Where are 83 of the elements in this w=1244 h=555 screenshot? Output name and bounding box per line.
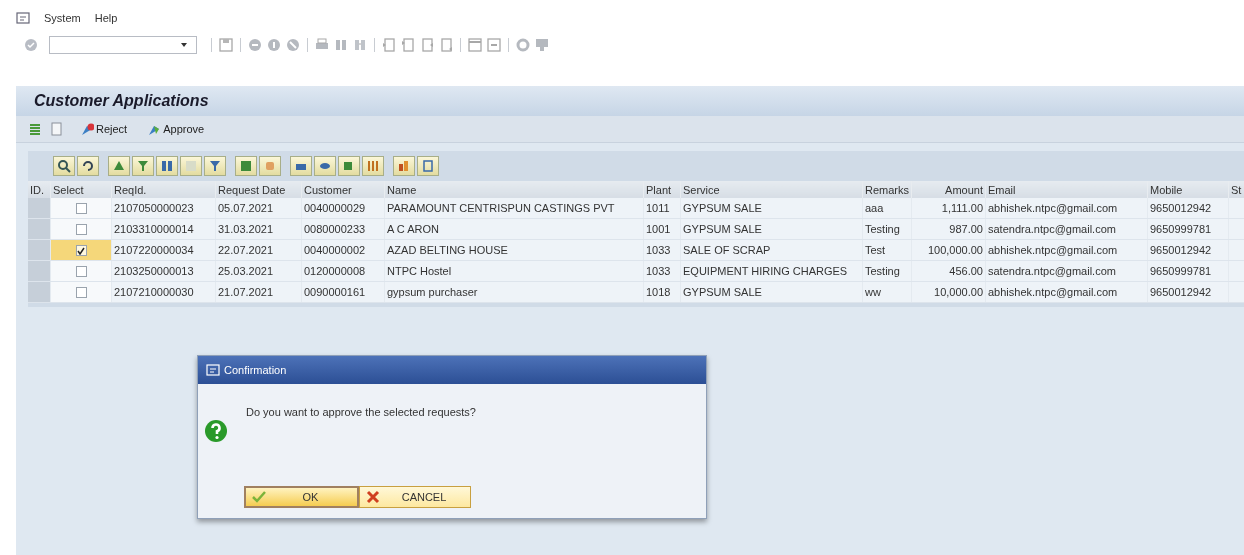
table-cell: 1011 [643,198,681,219]
page-icon[interactable] [381,37,397,53]
column-header[interactable]: Email [985,181,1148,198]
table-cell: AZAD BELTING HOUSE [384,239,644,261]
menu-item[interactable]: Help [94,12,118,24]
grid-tool-button[interactable] [204,156,226,176]
selection-cell[interactable] [50,198,112,219]
window-icon[interactable] [16,12,30,24]
window-icon[interactable] [486,37,502,53]
page-icon[interactable] [50,122,64,136]
column-header[interactable]: Remarks [862,181,912,198]
window-icon[interactable] [467,37,483,53]
table-cell: 2107050000023 [111,198,216,219]
grid-tool-button[interactable] [338,156,360,176]
table-cell: NTPC Hostel [384,260,644,282]
column-header[interactable]: Select [50,181,112,198]
page-icon[interactable] [419,37,435,53]
table-cell: PARAMOUNT CENTRISPUN CASTINGS PVT [384,198,644,219]
approve-button[interactable]: Approve [143,122,209,136]
command-field[interactable] [49,36,197,54]
checkbox[interactable] [75,245,87,257]
column-header[interactable]: Request Date [215,181,302,198]
row-selector[interactable] [28,198,51,219]
checkbox[interactable] [75,203,87,215]
checkmark-icon [77,246,85,255]
magnifier-icon [56,158,72,174]
table-cell: abhishek.ntpc@gmail.com [985,198,1148,219]
funnel-icon [135,158,151,174]
table-cell: aaa [862,198,912,219]
checkbox[interactable] [75,224,87,236]
menu-item[interactable]: System [44,12,81,24]
circle-icon[interactable] [285,37,301,53]
grid-tool-button[interactable] [108,156,130,176]
column-header[interactable]: Amount [911,181,986,198]
ok-button[interactable]: OK [244,486,359,508]
grid-tool-button[interactable] [393,156,415,176]
cross-icon [366,490,380,504]
column-header[interactable]: Name [384,181,644,198]
row-selector[interactable] [28,260,51,282]
column-header[interactable]: ReqId. [111,181,216,198]
table-cell: GYPSUM SALE [680,198,863,219]
screen-title: Customer Applications [34,92,209,110]
table-cell: A C ARON [384,218,644,240]
table-cell: 05.07.2021 [215,198,302,219]
column-header[interactable]: Service [680,181,863,198]
funnel-icon [207,158,223,174]
grid-tool-button[interactable] [77,156,99,176]
table-cell: gypsum purchaser [384,281,644,303]
cancel-button[interactable]: CANCEL [359,486,471,508]
caret-icon[interactable] [180,42,188,48]
table-cell: 0040000029 [301,198,385,219]
dialog-message: Do you want to approve the selected requests? [246,406,476,418]
refresh-icon [80,158,96,174]
column-header[interactable]: Mobile [1147,181,1229,198]
row-selector[interactable] [28,218,51,240]
grid-tool-button[interactable] [156,156,178,176]
circle-icon[interactable] [266,37,282,53]
grid-tool-button[interactable] [314,156,336,176]
list-icon[interactable] [28,122,42,136]
column-header[interactable]: Customer [301,181,385,198]
page-icon[interactable] [438,37,454,53]
row-selector[interactable] [28,281,51,303]
table-cell: 1,111.00 [911,198,986,219]
save-icon[interactable] [218,37,234,53]
column-header[interactable]: ID. [28,181,51,198]
grid-tool-button[interactable] [132,156,154,176]
columns-icon [365,158,381,174]
enter-icon[interactable] [24,38,38,52]
page-icon[interactable] [400,37,416,53]
table-cell: 9650012942 [1147,198,1229,219]
grid-tool-button[interactable] [290,156,312,176]
reject-button[interactable]: Reject [76,122,132,136]
column-header[interactable]: Plant [643,181,681,198]
checkbox[interactable] [75,266,87,278]
question-icon [204,419,228,443]
grid-tool-button[interactable] [53,156,75,176]
dialog-title: Confirmation [224,364,287,376]
checkbox[interactable] [75,287,87,299]
row-selector[interactable] [28,239,51,261]
window-icon [206,364,220,376]
circle-icon[interactable] [247,37,263,53]
grid-tool-button[interactable] [235,156,257,176]
checkmark-icon [252,490,266,504]
